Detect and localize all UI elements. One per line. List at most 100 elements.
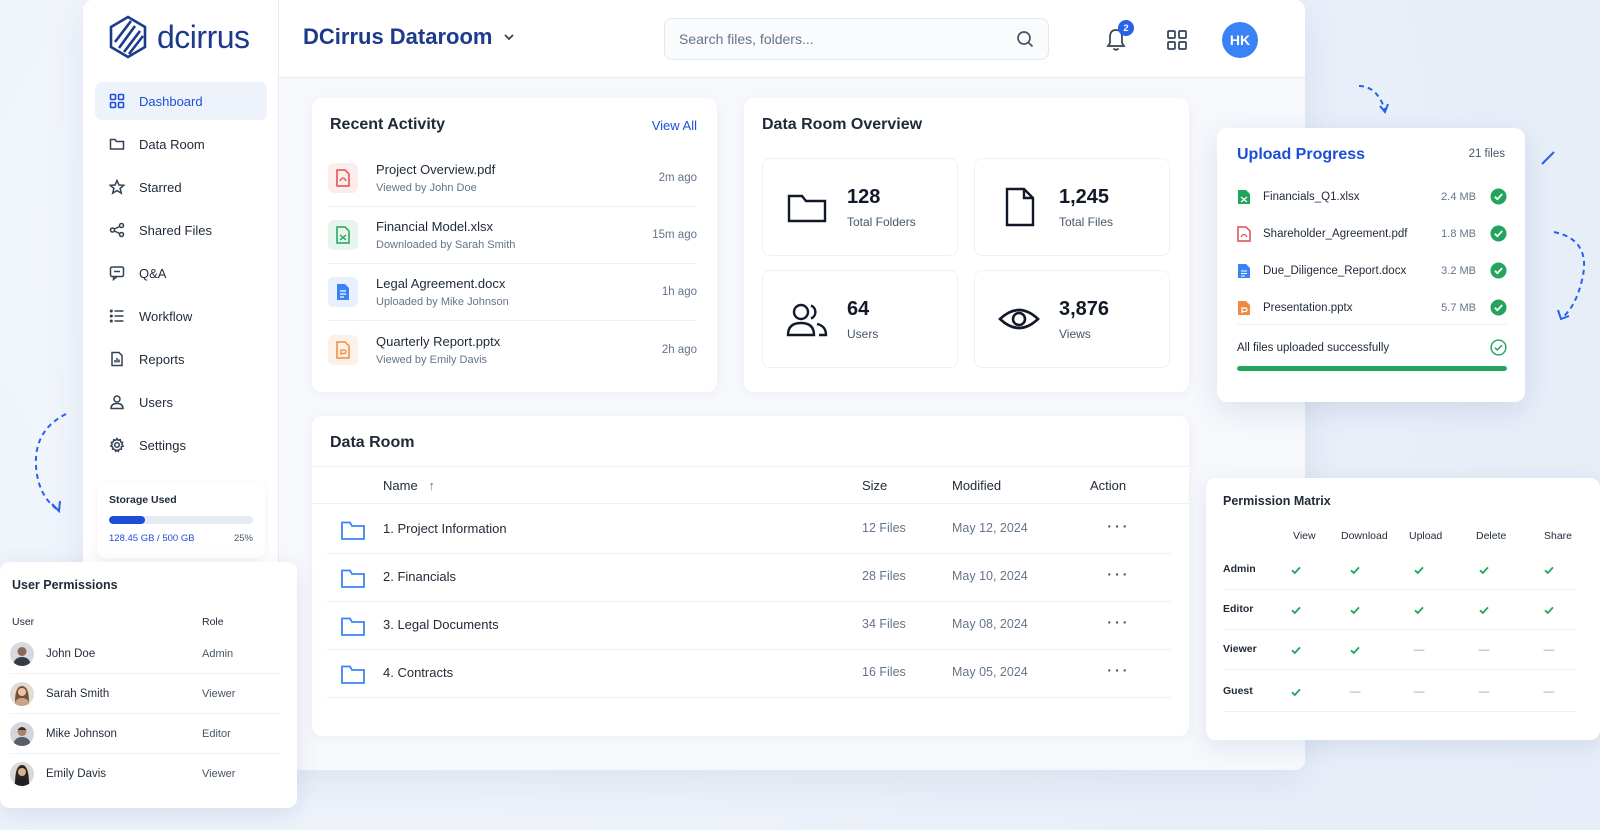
upload-file-name: Presentation.pptx: [1263, 301, 1353, 314]
permission-none-icon[interactable]: —: [1348, 685, 1362, 699]
xlsx-file-icon: [1238, 189, 1250, 204]
sidebar-item-settings[interactable]: Settings: [95, 426, 267, 464]
sidebar-item-starred[interactable]: Starred: [95, 168, 267, 206]
upload-file-size: 5.7 MB: [1441, 301, 1476, 314]
permission-check-icon[interactable]: [1289, 685, 1303, 699]
dataroom-switcher[interactable]: DCirrus Dataroom: [303, 24, 516, 50]
permission-check-icon[interactable]: [1348, 563, 1362, 577]
apps-button[interactable]: [1165, 28, 1189, 52]
permission-none-icon[interactable]: —: [1412, 685, 1426, 699]
more-options-icon[interactable]: ···: [1106, 611, 1129, 634]
permission-none-icon[interactable]: —: [1542, 643, 1556, 657]
activity-item[interactable]: Quarterly Report.pptx Viewed by Emily Dav…: [328, 321, 697, 378]
permission-check-icon[interactable]: [1412, 603, 1426, 617]
upload-item[interactable]: Shareholder_Agreement.pdf 1.8 MB: [1237, 215, 1507, 252]
permission-none-icon[interactable]: —: [1477, 643, 1491, 657]
folder-modified: May 12, 2024: [952, 521, 1028, 535]
user-role: Viewer: [202, 688, 236, 700]
recent-activity-title: Recent Activity: [330, 116, 445, 133]
user-role: Admin: [202, 648, 234, 660]
upload-item[interactable]: Due_Diligence_Report.docx 3.2 MB: [1237, 252, 1507, 289]
table-row[interactable]: 2. Financials 28 Files May 10, 2024 ···: [326, 554, 1171, 602]
upload-file-size: 2.4 MB: [1441, 190, 1476, 203]
sidebar-item-shared-files[interactable]: Shared Files: [95, 211, 267, 249]
permission-check-icon[interactable]: [1289, 563, 1303, 577]
permission-check-icon[interactable]: [1412, 563, 1426, 577]
overview-title: Data Room Overview: [762, 116, 923, 133]
activity-item[interactable]: Legal Agreement.docx Uploaded by Mike Joh…: [328, 264, 697, 321]
table-row[interactable]: John Doe Admin: [10, 634, 281, 674]
activity-item[interactable]: Project Overview.pdf Viewed by John Doe 2…: [328, 150, 697, 207]
activity-time: 2m ago: [658, 172, 697, 184]
folder-name: 4. Contracts: [383, 665, 454, 680]
permission-check-icon[interactable]: [1477, 563, 1491, 577]
table-row[interactable]: 4. Contracts 16 Files May 05, 2024 ···: [326, 650, 1171, 698]
permission-check-icon[interactable]: [1477, 603, 1491, 617]
folder-icon: [341, 569, 365, 588]
brand-logo[interactable]: dcirrus: [105, 14, 250, 60]
stat-label: Views: [1059, 326, 1091, 341]
table-row[interactable]: Mike Johnson Editor: [10, 714, 281, 754]
sidebar-item-reports[interactable]: Reports: [95, 340, 267, 378]
user-icon: [110, 395, 124, 410]
user-avatar[interactable]: HK: [1222, 22, 1258, 58]
matrix-row: Guest — — — —: [1223, 672, 1576, 712]
stat-views[interactable]: 3,876 Views: [974, 270, 1170, 368]
docx-file-icon: [328, 277, 358, 307]
sidebar-item-qa[interactable]: Q&A: [95, 254, 267, 292]
permission-check-icon[interactable]: [1542, 563, 1556, 577]
permission-check-icon[interactable]: [1348, 603, 1362, 617]
search-input[interactable]: [679, 31, 1016, 47]
sidebar-item-users[interactable]: Users: [95, 383, 267, 421]
permission-none-icon[interactable]: —: [1477, 685, 1491, 699]
sidebar-item-data-room[interactable]: Data Room: [95, 125, 267, 163]
activity-file-name: Project Overview.pdf: [376, 162, 496, 177]
check-circle-icon: [1490, 225, 1507, 242]
permission-none-icon[interactable]: —: [1412, 643, 1426, 657]
decor-arrow-icon: [34, 413, 67, 514]
folder-modified: May 05, 2024: [952, 665, 1028, 679]
upload-status: All files uploaded successfully: [1237, 324, 1507, 356]
search-icon[interactable]: [1016, 30, 1034, 48]
check-circle-icon: [1490, 188, 1507, 205]
more-options-icon[interactable]: ···: [1106, 563, 1129, 586]
notifications-button[interactable]: 2: [1104, 20, 1134, 53]
view-all-link[interactable]: View All: [652, 118, 697, 133]
permission-none-icon[interactable]: —: [1542, 685, 1556, 699]
column-header-modified[interactable]: Modified: [952, 478, 1001, 493]
permission-check-icon[interactable]: [1348, 643, 1362, 657]
more-options-icon[interactable]: ···: [1106, 515, 1129, 538]
table-row[interactable]: Emily Davis Viewer: [10, 754, 281, 794]
storage-percent: 25%: [233, 533, 253, 544]
sidebar-item-dashboard[interactable]: Dashboard: [95, 82, 267, 120]
permission-check-icon[interactable]: [1289, 603, 1303, 617]
page-title: DCirrus Dataroom: [303, 24, 493, 49]
avatar: [10, 642, 34, 666]
sidebar-item-workflow[interactable]: Workflow: [95, 297, 267, 335]
stat-total-files[interactable]: 1,245 Total Files: [974, 158, 1170, 256]
user-name: John Doe: [46, 648, 96, 660]
user-permissions-title: User Permissions: [12, 578, 118, 592]
stat-total-folders[interactable]: 128 Total Folders: [762, 158, 958, 256]
table-row[interactable]: 3. Legal Documents 34 Files May 08, 2024…: [326, 602, 1171, 650]
pdf-file-icon: [328, 163, 358, 193]
activity-time: 15m ago: [652, 229, 697, 241]
permission-check-icon[interactable]: [1289, 643, 1303, 657]
activity-file-name: Legal Agreement.docx: [376, 276, 506, 291]
upload-item[interactable]: Presentation.pptx 5.7 MB: [1237, 289, 1507, 326]
upload-file-name: Due_Diligence_Report.docx: [1263, 264, 1407, 277]
upload-progress-bar: [1237, 366, 1507, 371]
column-header-name[interactable]: Name ↑: [383, 478, 435, 493]
upload-item[interactable]: Financials_Q1.xlsx 2.4 MB: [1237, 178, 1507, 215]
column-header-size[interactable]: Size: [862, 478, 887, 493]
table-row[interactable]: 1. Project Information 12 Files May 12, …: [326, 506, 1171, 554]
permission-check-icon[interactable]: [1542, 603, 1556, 617]
stat-users[interactable]: 64 Users: [762, 270, 958, 368]
folder-size: 12 Files: [862, 521, 906, 535]
activity-item[interactable]: Financial Model.xlsx Downloaded by Sarah …: [328, 207, 697, 264]
table-row[interactable]: Sarah Smith Viewer: [10, 674, 281, 714]
notification-badge: 2: [1118, 20, 1134, 36]
search-box: [664, 18, 1049, 60]
storage-used-text: 128.45 GB / 500 GB: [109, 533, 195, 544]
more-options-icon[interactable]: ···: [1106, 659, 1129, 682]
